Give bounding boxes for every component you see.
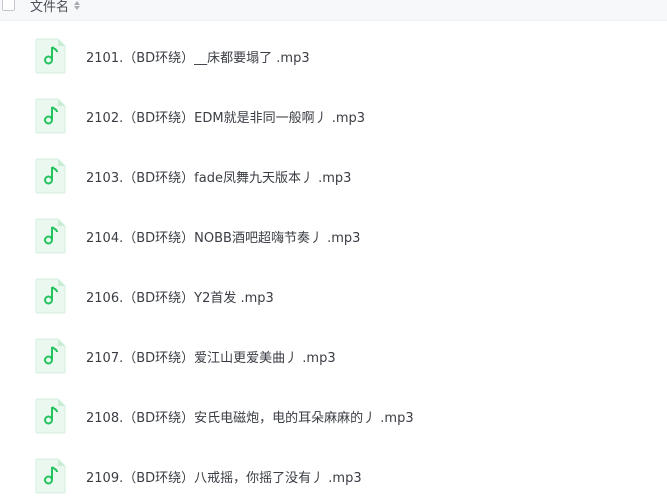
file-row[interactable]: 2108.（BD环绕）安氏电磁炮，电的耳朵麻麻的丿 .mp3	[0, 384, 667, 444]
column-header-label: 文件名	[30, 0, 70, 15]
music-file-icon	[35, 218, 66, 254]
file-name[interactable]: 2109.（BD环绕）八戒摇，你摇了没有丿 .mp3	[86, 467, 362, 486]
file-name[interactable]: 2106.（BD环绕）Y2首发 .mp3	[86, 287, 274, 306]
file-row[interactable]: 2104.（BD环绕）NOBB酒吧超嗨节奏丿 .mp3	[0, 204, 667, 264]
column-header-filename[interactable]: 文件名	[30, 0, 81, 15]
music-file-icon	[35, 38, 66, 74]
file-list-header: 文件名	[0, 0, 667, 21]
music-file-icon	[35, 338, 66, 374]
file-name[interactable]: 2108.（BD环绕）安氏电磁炮，电的耳朵麻麻的丿 .mp3	[86, 407, 414, 426]
music-file-icon	[35, 278, 66, 314]
file-row[interactable]: 2107.（BD环绕）爱江山更爱美曲丿 .mp3	[0, 324, 667, 384]
select-all-checkbox[interactable]	[2, 0, 15, 11]
file-name[interactable]: 2107.（BD环绕）爱江山更爱美曲丿 .mp3	[86, 347, 336, 366]
music-file-icon	[35, 158, 66, 194]
file-row[interactable]: 2106.（BD环绕）Y2首发 .mp3	[0, 264, 667, 324]
file-row[interactable]: 2103.（BD环绕）fade凤舞九天版本丿 .mp3	[0, 144, 667, 204]
file-name[interactable]: 2102.（BD环绕）EDM就是非同一般啊丿 .mp3	[86, 107, 365, 126]
music-file-icon	[35, 458, 66, 494]
file-name[interactable]: 2104.（BD环绕）NOBB酒吧超嗨节奏丿 .mp3	[86, 227, 360, 246]
music-file-icon	[35, 98, 66, 134]
file-row[interactable]: 2101.（BD环绕）__床都要塌了 .mp3	[0, 24, 667, 84]
sort-icon[interactable]	[74, 1, 81, 10]
file-name[interactable]: 2103.（BD环绕）fade凤舞九天版本丿 .mp3	[86, 167, 351, 186]
music-file-icon	[35, 398, 66, 434]
file-name[interactable]: 2101.（BD环绕）__床都要塌了 .mp3	[86, 47, 310, 66]
file-row[interactable]: 2109.（BD环绕）八戒摇，你摇了没有丿 .mp3	[0, 444, 667, 504]
file-row[interactable]: 2102.（BD环绕）EDM就是非同一般啊丿 .mp3	[0, 84, 667, 144]
